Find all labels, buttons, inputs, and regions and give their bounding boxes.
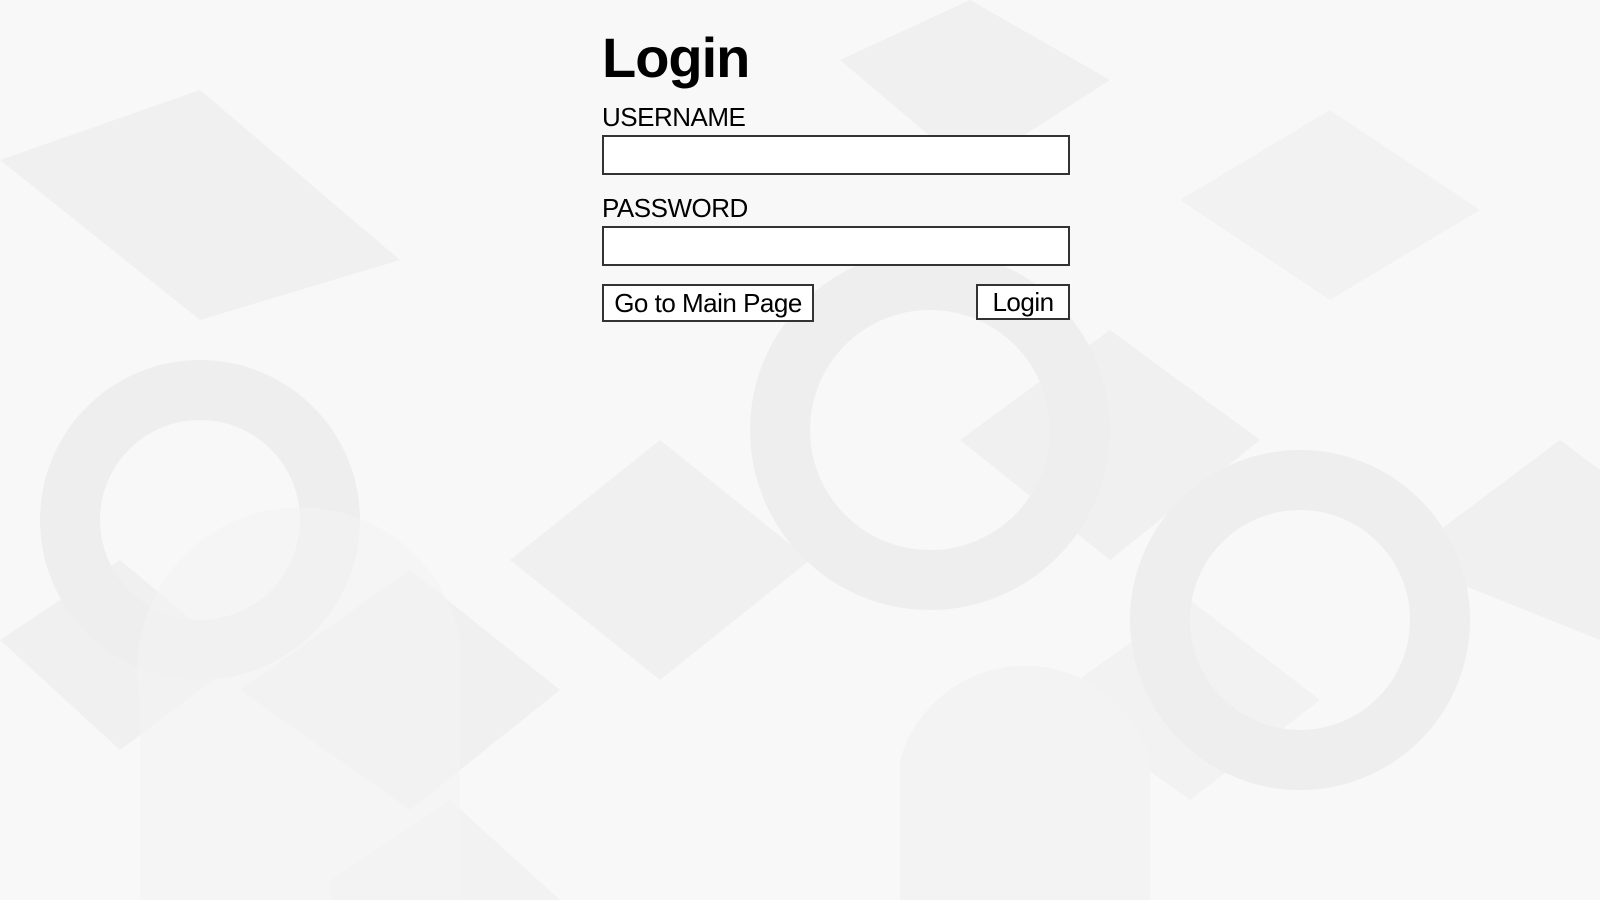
login-button[interactable]: Login <box>976 284 1070 320</box>
login-form: Login USERNAME PASSWORD Go to Main Page … <box>602 24 1070 324</box>
go-to-main-page-button[interactable]: Go to Main Page <box>602 284 814 322</box>
username-input[interactable] <box>602 135 1070 175</box>
password-input[interactable] <box>602 226 1070 266</box>
password-label: PASSWORD <box>602 193 748 223</box>
page-title: Login <box>602 26 750 89</box>
button-row: Go to Main Page Login <box>602 284 1070 324</box>
username-label: USERNAME <box>602 102 746 132</box>
